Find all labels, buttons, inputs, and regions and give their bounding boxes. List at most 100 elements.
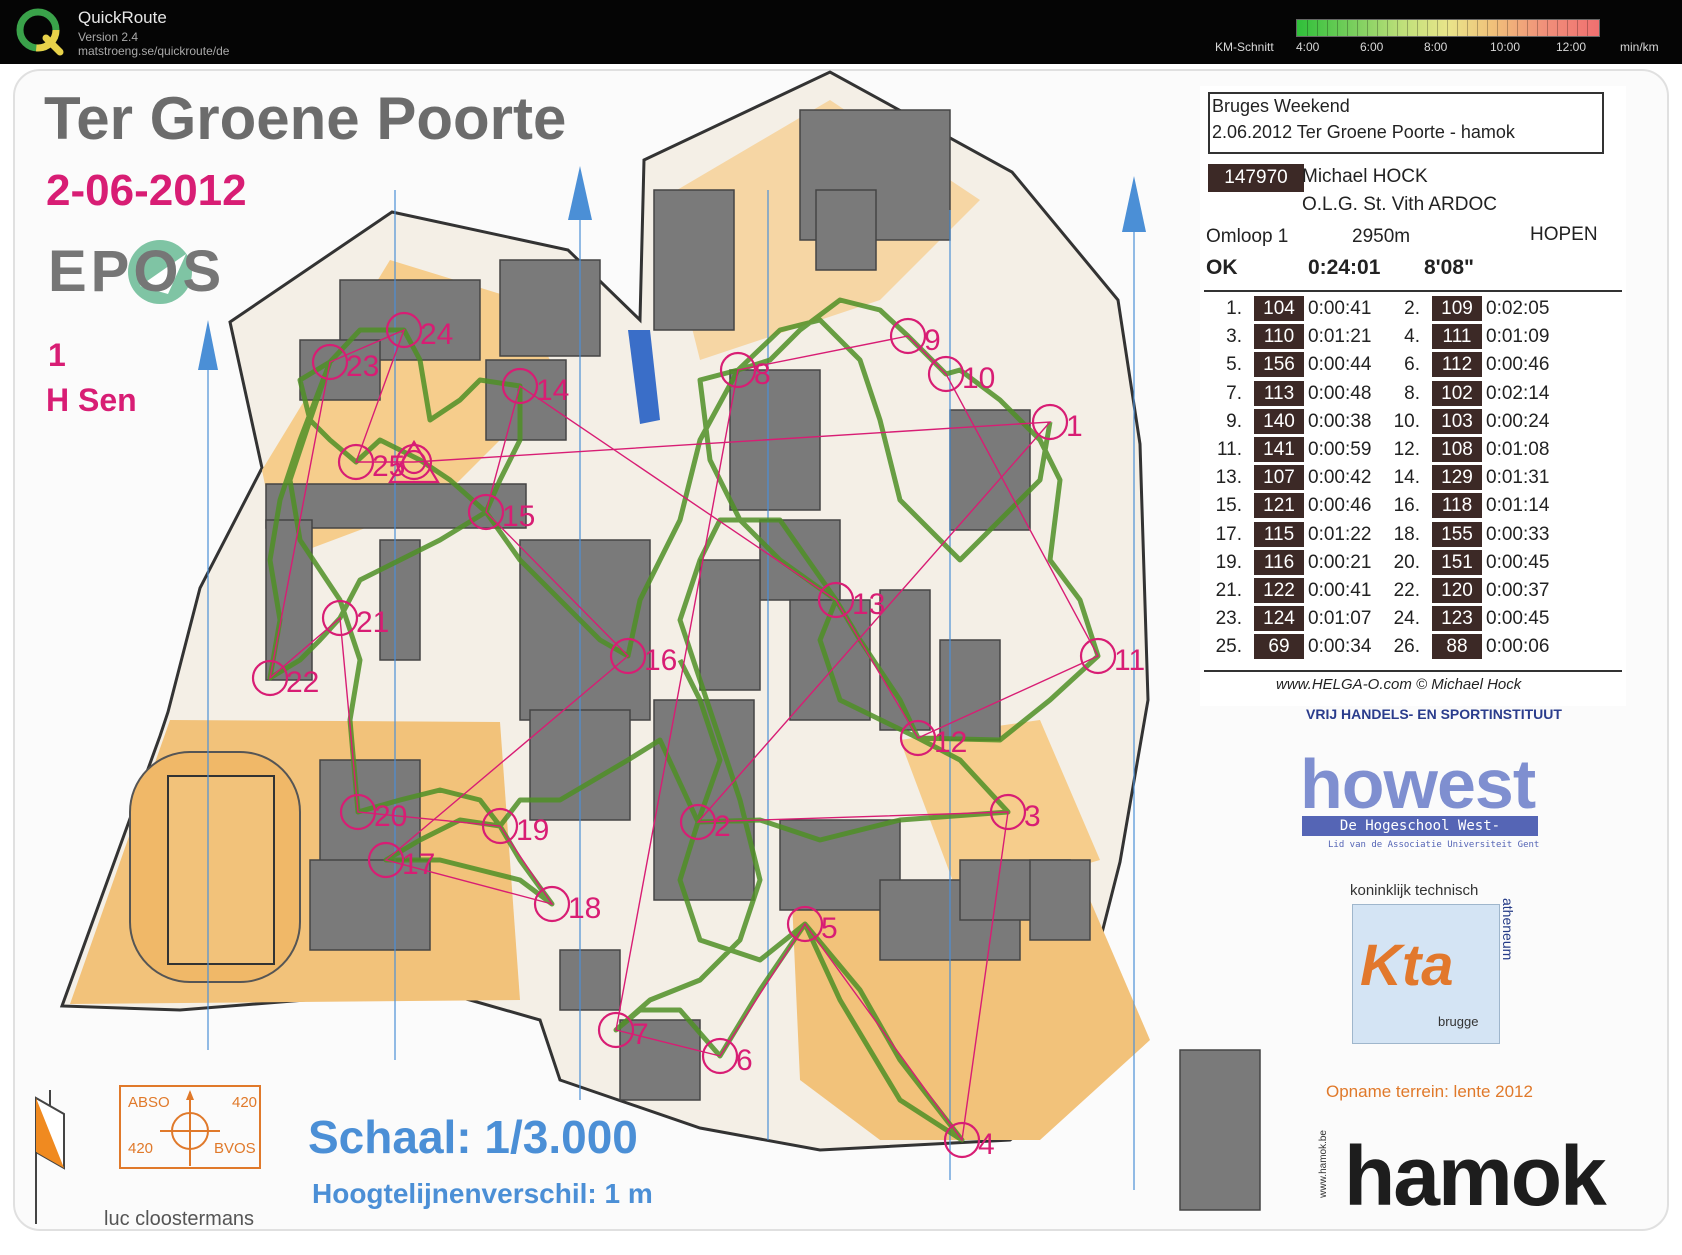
- split-time: 0:00:46: [1308, 495, 1372, 517]
- split-code: 129: [1432, 465, 1482, 491]
- split-index: 10.: [1393, 410, 1420, 432]
- split-code: 122: [1254, 578, 1304, 603]
- app-version: Version 2.4: [78, 30, 139, 44]
- quickroute-logo-icon: [16, 8, 64, 56]
- control-number: 25: [372, 450, 406, 483]
- course-distance: 2950m: [1352, 226, 1411, 247]
- control-number: 15: [502, 500, 536, 533]
- split-time: 0:01:22: [1308, 523, 1372, 545]
- split-index: 7.: [1226, 382, 1242, 404]
- split-code: 103: [1432, 408, 1482, 434]
- split-index: 9.: [1226, 410, 1242, 432]
- split-index: 20.: [1393, 551, 1420, 573]
- split-index: 5.: [1226, 354, 1242, 376]
- speed-tick: 8:00: [1424, 40, 1448, 54]
- split-time: 0:00:59: [1308, 439, 1372, 460]
- speed-scale-cell: [1367, 20, 1368, 36]
- control-number: 5: [821, 912, 838, 945]
- kta-city: brugge: [1438, 1014, 1479, 1029]
- control-number: 3: [1024, 800, 1041, 833]
- split-time: 0:00:48: [1308, 382, 1372, 404]
- speed-scale-cell: [1327, 20, 1328, 36]
- control-number: 18: [568, 892, 602, 925]
- split-index: 25.: [1215, 636, 1242, 658]
- split-index: 18.: [1393, 523, 1420, 545]
- howest-subtitle: De Hogeschool West-Vlaanderen: [1302, 816, 1538, 854]
- howest-logo: howest: [1300, 745, 1536, 823]
- compass-label: 420: [232, 1094, 258, 1111]
- control-number: 8: [754, 358, 771, 391]
- split-time: 0:00:41: [1308, 580, 1372, 601]
- speed-scale-cell: [1397, 20, 1398, 36]
- control-number: 11: [1114, 644, 1146, 677]
- kta-heading: koninklijk technisch: [1350, 882, 1479, 899]
- split-code: 116: [1254, 549, 1304, 575]
- split-index: 22.: [1393, 580, 1420, 601]
- split-code: 120: [1432, 578, 1482, 603]
- split-time: 0:00:41: [1308, 298, 1372, 319]
- control-number: 4: [978, 1128, 995, 1161]
- speed-scale-cell: [1557, 20, 1558, 36]
- split-index: 2.: [1404, 298, 1420, 319]
- result-status: OK: [1206, 256, 1238, 279]
- mapper-credit: luc cloostermans: [104, 1208, 255, 1230]
- runner-id: 147970: [1208, 164, 1304, 192]
- speed-scale-cell: [1437, 20, 1438, 36]
- map-title: Ter Groene Poorte: [44, 85, 567, 152]
- compass-label: 420: [128, 1140, 154, 1157]
- split-time: 0:02:14: [1486, 382, 1550, 404]
- control-number: 21: [356, 606, 390, 639]
- speed-scale-cell: [1507, 20, 1508, 36]
- howest-subtitle-2: Lid van de Associatie Universiteit Gent: [1328, 840, 1540, 850]
- split-code: 107: [1254, 465, 1304, 491]
- split-time: 0:00:37: [1486, 580, 1550, 601]
- speed-scale-cell: [1337, 20, 1338, 36]
- split-index: 4.: [1404, 326, 1420, 348]
- split-time: 0:00:45: [1486, 608, 1550, 630]
- speed-scale-cell: [1467, 20, 1468, 36]
- split-code: 109: [1432, 296, 1482, 321]
- speed-scale-cell: [1537, 20, 1538, 36]
- app-url: matstroeng.se/quickroute/de: [78, 44, 230, 58]
- split-time: 0:00:42: [1308, 467, 1372, 489]
- kta-side-label: atheneum: [1500, 898, 1516, 961]
- split-time: 0:00:33: [1486, 523, 1550, 545]
- pace: 8'08": [1424, 256, 1474, 279]
- speed-scale-cell: [1527, 20, 1528, 36]
- split-code: 104: [1254, 296, 1304, 321]
- split-code: 111: [1432, 324, 1482, 350]
- speed-scale-cell: [1567, 20, 1568, 36]
- split-time: 0:00:34: [1308, 636, 1372, 658]
- speed-scale-cell: [1387, 20, 1388, 36]
- control-number: 17: [402, 848, 436, 881]
- split-time: 0:00:38: [1308, 410, 1372, 432]
- epos-logo-text: EPOS: [48, 239, 226, 304]
- control-number: 19: [516, 814, 550, 847]
- split-code: 156: [1254, 352, 1304, 378]
- runner-name: Michael HOCK: [1302, 166, 1428, 187]
- divider: [1204, 290, 1622, 292]
- control-number: 12: [934, 726, 968, 759]
- control-number: 6: [736, 1044, 753, 1077]
- speed-scale-cell: [1487, 20, 1488, 36]
- split-code: 155: [1432, 521, 1482, 547]
- split-code: 123: [1432, 606, 1482, 632]
- speed-scale-cell: [1417, 20, 1418, 36]
- app-header: QuickRoute Version 2.4 matstroeng.se/qui…: [0, 0, 1682, 64]
- speed-scale-cell: [1347, 20, 1348, 36]
- split-time: 0:01:14: [1486, 495, 1550, 517]
- control-number: 13: [852, 588, 886, 621]
- speed-legend-label: KM-Schnitt: [1215, 40, 1274, 54]
- course-name: Omloop 1: [1206, 226, 1289, 247]
- split-code: 141: [1254, 437, 1304, 462]
- split-index: 11.: [1216, 439, 1242, 460]
- control-number: 10: [962, 362, 996, 395]
- split-card: Bruges Weekend 2.06.2012 Ter Groene Poor…: [1200, 86, 1626, 706]
- control-number: 23: [346, 350, 380, 383]
- split-code: 102: [1432, 380, 1482, 406]
- runner-team: HOPEN: [1530, 224, 1598, 245]
- divider: [1204, 670, 1622, 672]
- control-number: 1: [1066, 410, 1083, 443]
- split-time: 0:00:45: [1486, 551, 1550, 573]
- speed-scale-cell: [1307, 20, 1308, 36]
